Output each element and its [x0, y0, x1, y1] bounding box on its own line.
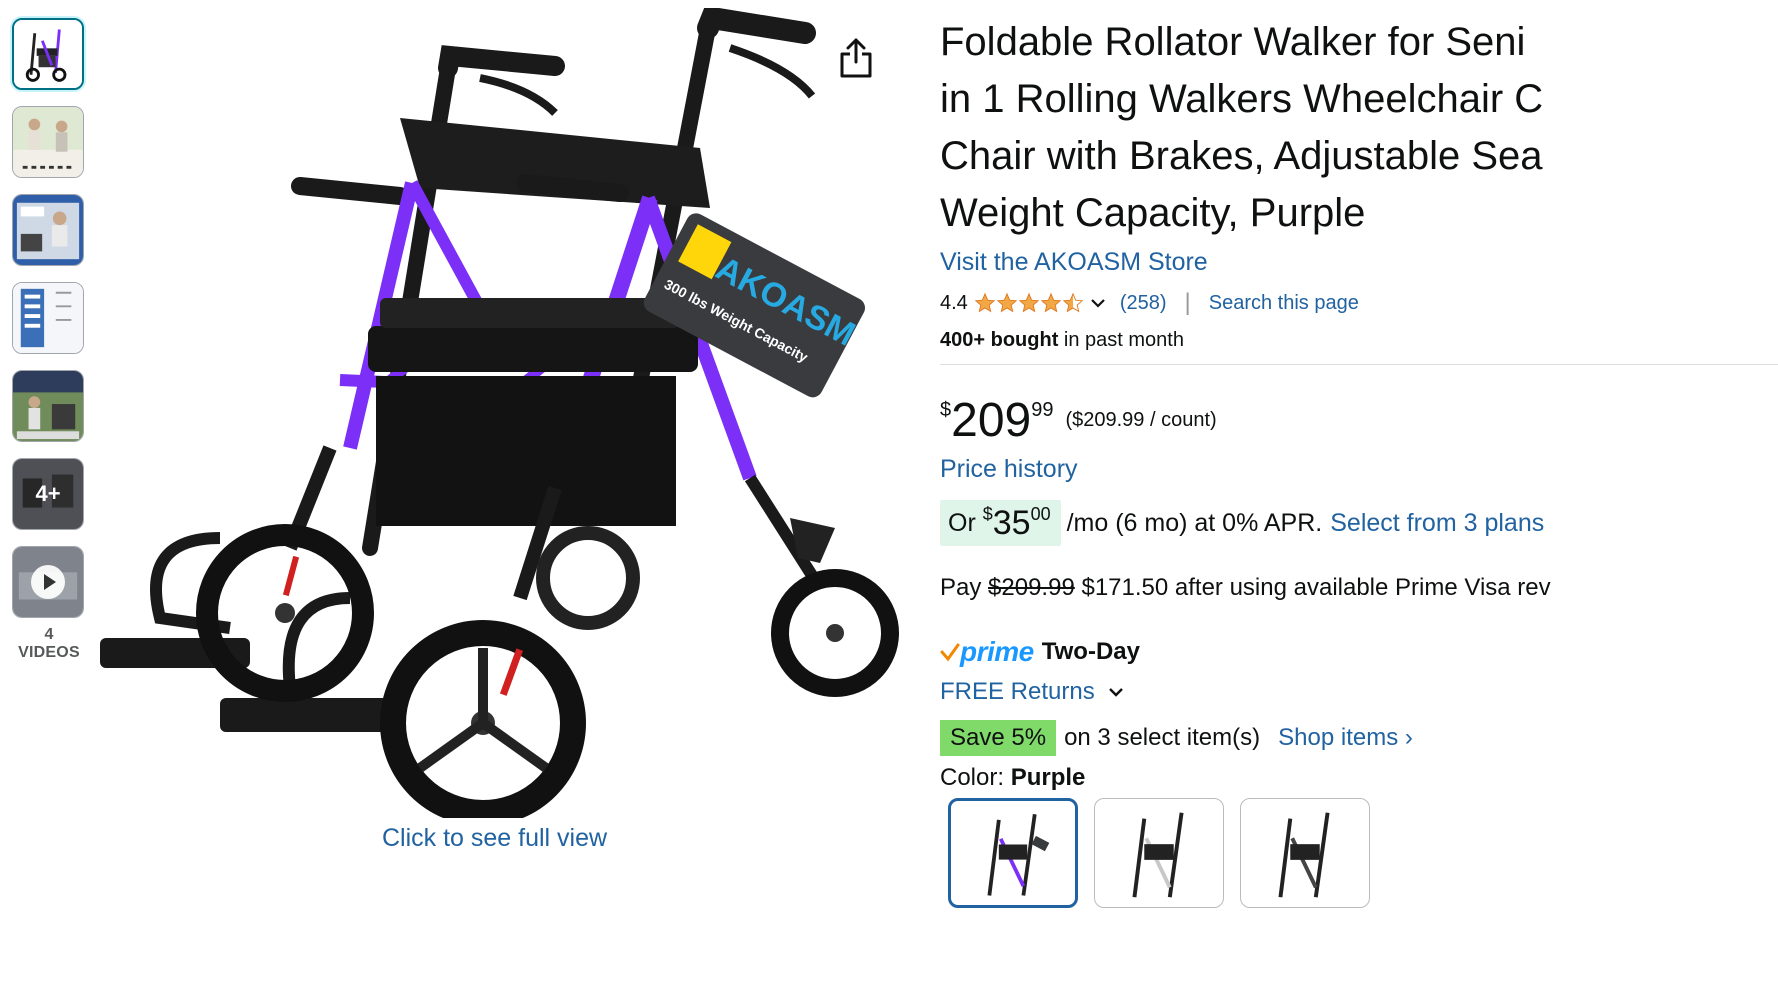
- prime-check-icon: [940, 643, 960, 662]
- lifestyle-thumbnail-image: [13, 371, 83, 441]
- thumbnail-1[interactable]: [12, 18, 84, 90]
- color-label: Color:: [940, 764, 1011, 791]
- monthly-prefix: Or: [948, 508, 983, 537]
- price-symbol: $: [940, 399, 952, 421]
- price-history-link[interactable]: Price history: [940, 455, 1778, 484]
- thumbnail-5[interactable]: [12, 370, 84, 442]
- chevron-down-icon: [1108, 688, 1123, 697]
- monthly-price-pill: Or $ 35 00: [940, 500, 1061, 546]
- shop-items-link[interactable]: Shop items ›: [1278, 724, 1413, 752]
- star-full-icon: [1018, 292, 1040, 313]
- star-half-icon: [1062, 292, 1084, 313]
- bought-count: 400+ bought in past month: [940, 329, 1778, 352]
- free-returns-dropdown[interactable]: FREE Returns: [940, 678, 1778, 706]
- more-images-count: 4+: [13, 459, 83, 529]
- swatch-purple[interactable]: [948, 798, 1078, 908]
- product-title: Foldable Rollator Walker for Seni in 1 R…: [940, 14, 1778, 242]
- monthly-whole: 35: [992, 503, 1031, 542]
- share-icon: [840, 38, 872, 78]
- monthly-payment-row: Or $ 35 00 /mo (6 mo) at 0% APR. Select …: [940, 500, 1778, 546]
- color-selection-label: Color: Purple: [940, 764, 1778, 792]
- bought-bold: 400+ bought: [940, 329, 1059, 351]
- swatch-image: [1132, 812, 1184, 898]
- thumbnail-3[interactable]: [12, 194, 84, 266]
- bought-rest: in past month: [1058, 329, 1184, 351]
- free-returns-label: FREE Returns: [940, 678, 1095, 705]
- prime-logo: prime: [960, 636, 1034, 667]
- color-value: Purple: [1010, 764, 1086, 791]
- infographic-thumbnail-image: [13, 283, 83, 353]
- videos-label[interactable]: 4 VIDEOS: [12, 626, 86, 662]
- play-icon: [31, 565, 65, 599]
- star-rating[interactable]: [974, 292, 1084, 314]
- swatch-option-3[interactable]: [1240, 798, 1370, 908]
- title-line: Chair with Brakes, Adjustable Sea: [940, 134, 1543, 178]
- star-full-icon: [1040, 292, 1062, 313]
- unit-price: ($209.99 / count): [1065, 409, 1217, 431]
- swatch-purple-image: [987, 813, 1050, 896]
- chevron-down-icon[interactable]: [1088, 293, 1108, 313]
- visa-pay: Pay: [940, 574, 989, 601]
- monthly-fraction: 00: [1030, 504, 1051, 524]
- full-view-link[interactable]: Click to see full view: [382, 824, 607, 853]
- walker-thumbnail-image: [14, 20, 82, 88]
- thumbnail-2[interactable]: [12, 106, 84, 178]
- lifestyle-thumbnail-image: [13, 107, 83, 177]
- rollator-walker-illustration: AKOASM 300 lbs Weight Capacity: [100, 8, 900, 818]
- price-fraction: 99: [1031, 399, 1054, 421]
- search-this-page-link[interactable]: Search this page: [1209, 292, 1359, 315]
- thumbnail-more[interactable]: 4+: [12, 458, 84, 530]
- monthly-terms: /mo (6 mo) at 0% APR.: [1066, 508, 1323, 537]
- thumbnail-video[interactable]: [12, 546, 84, 618]
- divider: [940, 364, 1778, 365]
- rating-row: 4.4 (258) | Search this page: [940, 289, 1778, 317]
- monthly-symbol: $: [982, 504, 993, 524]
- price-block: $ 209 99 ($209.99 / count): [940, 397, 1778, 445]
- visa-rest: $171.50 after using available Prime Visa…: [1074, 574, 1551, 601]
- save-badge: Save 5%: [940, 720, 1057, 756]
- separator: |: [1184, 289, 1191, 316]
- title-line: in 1 Rolling Walkers Wheelchair C: [940, 77, 1544, 121]
- product-info: Foldable Rollator Walker for Seni in 1 R…: [940, 14, 1778, 792]
- thumbnail-4[interactable]: [12, 282, 84, 354]
- swatch-image: [1278, 812, 1330, 898]
- ratings-count-link[interactable]: (258): [1120, 292, 1167, 315]
- title-line: Foldable Rollator Walker for Seni: [940, 20, 1526, 64]
- price-whole: 209: [951, 394, 1032, 447]
- save-text: on 3 select item(s): [1064, 724, 1261, 751]
- share-button[interactable]: [836, 36, 876, 80]
- coupon-row: Save 5% on 3 select item(s) Shop items ›: [940, 720, 1778, 756]
- main-product-image[interactable]: AKOASM 300 lbs Weight Capacity: [100, 8, 900, 818]
- prime-delivery-row: prime Two-Day: [940, 636, 1778, 668]
- two-day-label: Two-Day: [1041, 638, 1140, 665]
- select-plans-link[interactable]: Select from 3 plans: [1330, 509, 1544, 538]
- title-line: Weight Capacity, Purple: [940, 191, 1366, 235]
- star-full-icon: [974, 292, 996, 313]
- lifestyle-thumbnail-image: [13, 195, 83, 265]
- store-link[interactable]: Visit the AKOASM Store: [940, 248, 1778, 277]
- star-full-icon: [996, 292, 1018, 313]
- swatch-option-2[interactable]: [1094, 798, 1224, 908]
- visa-old-price: $209.99: [988, 574, 1075, 601]
- rating-value[interactable]: 4.4: [940, 292, 968, 315]
- prime-visa-row: Pay $209.99 $171.50 after using availabl…: [940, 574, 1778, 602]
